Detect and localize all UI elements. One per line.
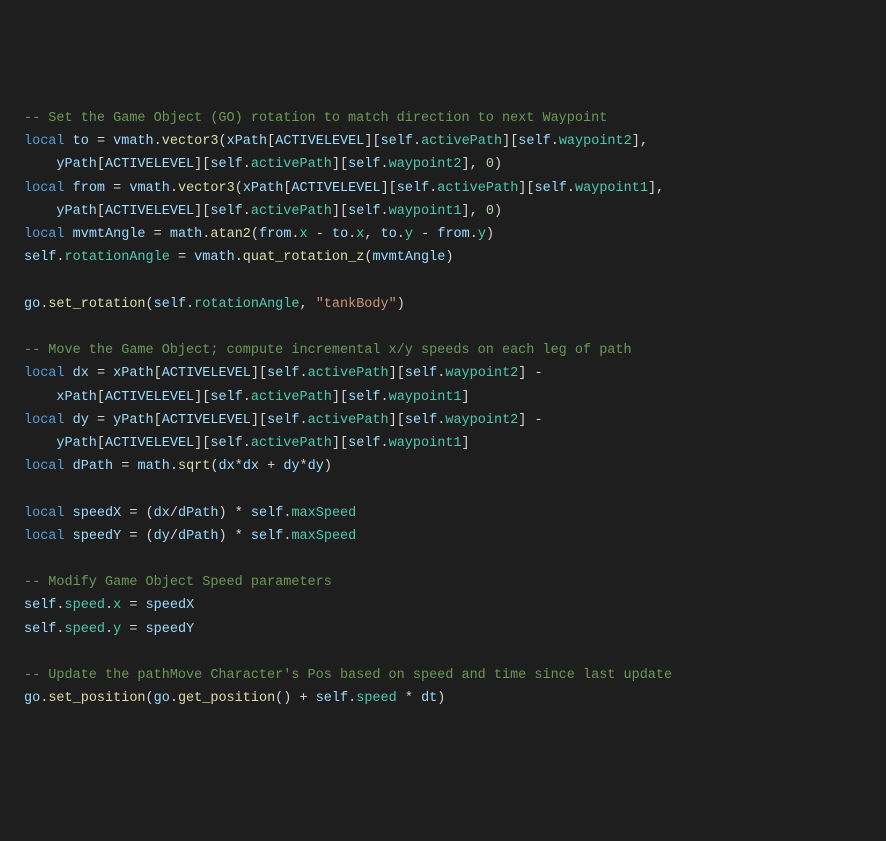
comment: -- Update the pathMove Character's Pos b… (24, 668, 672, 683)
comment: -- Move the Game Object; compute increme… (24, 343, 632, 358)
comment: -- Modify Game Object Speed parameters (24, 575, 332, 590)
comment: -- Set the Game Object (GO) rotation to … (24, 111, 607, 126)
keyword: local (24, 134, 65, 149)
code-editor[interactable]: -- Set the Game Object (GO) rotation to … (24, 107, 862, 711)
op: = (97, 134, 105, 149)
obj: vmath (113, 134, 154, 149)
fn: vector3 (162, 134, 219, 149)
var: to (73, 134, 89, 149)
